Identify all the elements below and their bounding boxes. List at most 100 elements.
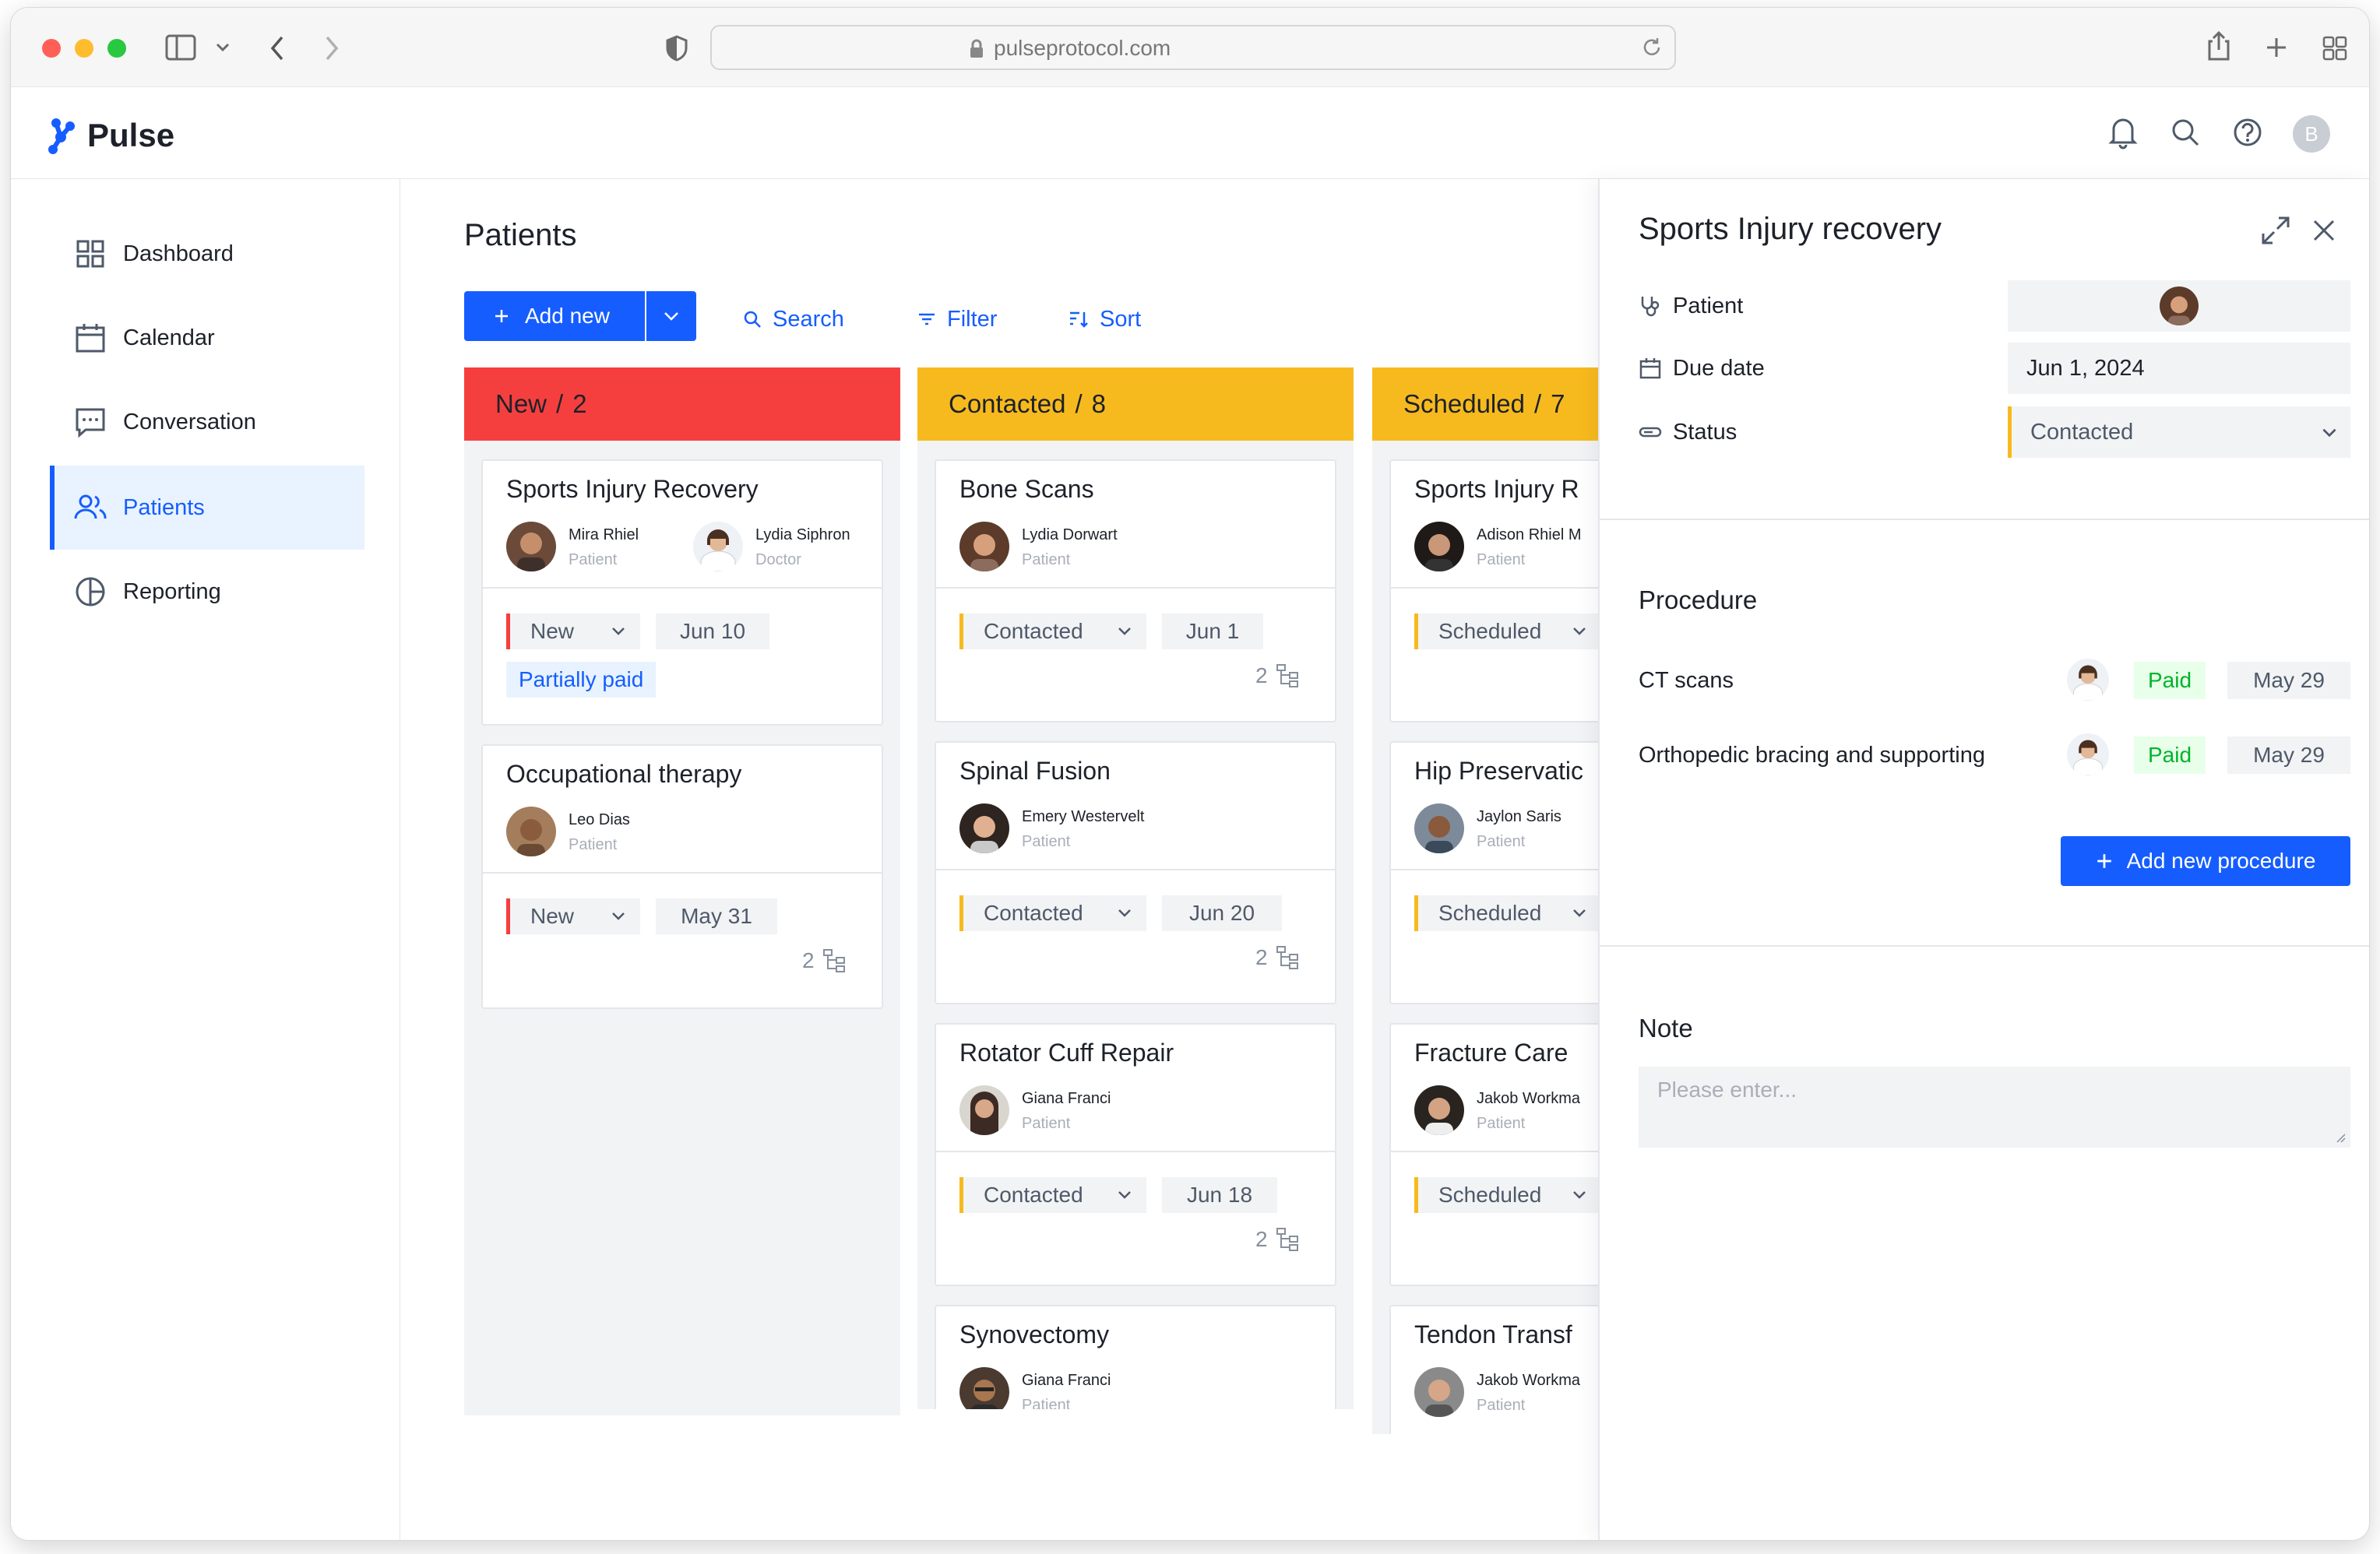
app-logo-text[interactable]: Pulse	[87, 117, 174, 154]
sidebar-toggle-icon[interactable]	[165, 34, 196, 61]
card-divider	[1391, 1151, 1598, 1152]
status-select[interactable]: Contacted	[2008, 406, 2350, 458]
minimize-window-button[interactable]	[75, 39, 93, 58]
column-header-new[interactable]: New / 2	[464, 367, 900, 441]
chevron-down-icon[interactable]	[215, 42, 231, 53]
person-name: Jaylon Saris	[1477, 808, 1561, 825]
tab-overview-icon[interactable]	[2322, 36, 2347, 61]
due-date-input[interactable]: Jun 1, 2024	[2008, 343, 2350, 394]
patient-selector[interactable]	[2008, 280, 2350, 332]
user-avatar[interactable]: B	[2293, 115, 2330, 153]
person-chip[interactable]: Giana Franci Patient	[959, 1085, 1162, 1135]
task-card[interactable]: Synovectomy Giana Franci Patient	[935, 1305, 1336, 1409]
column-separator: /	[1075, 389, 1083, 418]
add-new-dropdown-button[interactable]	[646, 291, 696, 341]
column-header-contacted[interactable]: Contacted / 8	[917, 367, 1354, 441]
person-chip[interactable]: Giana Franci Patient	[959, 1367, 1162, 1409]
person-chip[interactable]: Leo Dias Patient	[506, 807, 678, 856]
task-card[interactable]: Sports Injury Recovery Mira Rhiel Patien…	[481, 459, 883, 726]
task-card[interactable]: Hip Preservatic Jaylon Saris Patient Sch…	[1389, 741, 1598, 1004]
person-chip[interactable]: Adison Rhiel M Patient	[1414, 522, 1598, 571]
due-date-field-label: Due date	[1639, 344, 1765, 392]
zoom-window-button[interactable]	[107, 39, 126, 58]
status-select[interactable]: Contacted	[959, 895, 1146, 931]
avatar	[959, 522, 1009, 571]
expand-icon[interactable]	[2260, 215, 2291, 246]
due-date-chip[interactable]: May 31	[656, 898, 777, 934]
task-card[interactable]: Fracture Care Jakob Workma Patient Sched…	[1389, 1023, 1598, 1286]
search-icon[interactable]	[2170, 117, 2201, 148]
procedure-name[interactable]: Orthopedic bracing and supporting	[1639, 743, 1985, 768]
sidebar-item-reporting[interactable]: Reporting	[50, 550, 364, 634]
share-icon[interactable]	[2206, 30, 2232, 62]
note-textarea[interactable]: Please enter...	[1639, 1067, 2350, 1148]
reload-icon[interactable]	[1640, 36, 1664, 59]
sidebar-item-calendar[interactable]: Calendar	[50, 296, 364, 380]
column-body-contacted: Bone Scans Lydia Dorwart Patient Contact…	[917, 441, 1354, 1409]
notification-bell-icon[interactable]	[2107, 115, 2139, 149]
person-chip[interactable]: Lydia Siphron Doctor	[693, 522, 872, 571]
status-select[interactable]: New	[506, 614, 640, 649]
back-arrow-icon[interactable]	[268, 34, 287, 62]
search-label: Search	[773, 306, 844, 332]
status-select[interactable]: New	[506, 898, 640, 934]
person-chip[interactable]: Lydia Dorwart Patient	[959, 522, 1162, 571]
task-card[interactable]: Bone Scans Lydia Dorwart Patient Contact…	[935, 459, 1336, 723]
due-date-chip[interactable]: Jun 10	[656, 614, 769, 649]
resize-handle-icon[interactable]	[2335, 1132, 2346, 1143]
search-button[interactable]: Search	[743, 297, 844, 341]
shield-icon[interactable]	[665, 34, 688, 62]
person-role: Patient	[1022, 833, 1071, 850]
subtask-count[interactable]: 2	[1255, 1227, 1301, 1252]
status-select[interactable]: Contacted	[959, 1177, 1146, 1213]
due-date-chip[interactable]: Jun 18	[1162, 1177, 1277, 1213]
task-card[interactable]: Spinal Fusion Emery Westervelt Patient C…	[935, 741, 1336, 1004]
person-chip[interactable]: Jakob Workma Patient	[1414, 1367, 1598, 1417]
subtask-count[interactable]: 2	[1255, 663, 1301, 688]
task-card[interactable]: Occupational therapy Leo Dias Patient Ne…	[481, 744, 883, 1009]
sidebar-item-conversation[interactable]: Conversation	[50, 380, 364, 464]
status-value: Contacted	[984, 901, 1083, 925]
panel-title: Sports Injury recovery	[1639, 212, 1942, 246]
users-icon	[73, 490, 107, 525]
close-window-button[interactable]	[42, 39, 61, 58]
due-date-chip[interactable]: Jun 1	[1162, 614, 1263, 649]
sidebar-item-patients[interactable]: Patients	[50, 466, 364, 550]
subtask-count[interactable]: 2	[1255, 945, 1301, 970]
add-new-button[interactable]: Add new	[464, 291, 645, 341]
add-new-procedure-button[interactable]: Add new procedure	[2061, 836, 2350, 886]
new-tab-icon[interactable]	[2265, 36, 2288, 59]
status-select[interactable]: Scheduled	[1414, 895, 1598, 931]
subtask-count[interactable]: 2	[802, 948, 847, 973]
person-chip[interactable]: Jakob Workma Patient	[1414, 1085, 1598, 1135]
person-chip[interactable]: Emery Westervelt Patient	[959, 803, 1178, 853]
person-chip[interactable]: Jaylon Saris Patient	[1414, 803, 1598, 853]
card-title: Spinal Fusion	[959, 757, 1111, 785]
person-chip[interactable]: Mira Rhiel Patient	[506, 522, 678, 571]
chevron-down-icon	[612, 912, 625, 920]
procedure-name[interactable]: CT scans	[1639, 668, 1734, 694]
task-card[interactable]: Tendon Transf Jakob Workma Patient	[1389, 1305, 1598, 1434]
sort-label: Sort	[1100, 306, 1142, 332]
column-count: 8	[1091, 389, 1106, 418]
close-icon[interactable]	[2311, 218, 2336, 243]
task-card[interactable]: Sports Injury R Adison Rhiel M Patient S…	[1389, 459, 1598, 723]
sort-button[interactable]: Sort	[1069, 297, 1141, 341]
status-select[interactable]: Scheduled	[1414, 614, 1598, 649]
sidebar-item-dashboard[interactable]: Dashboard	[50, 212, 364, 296]
forward-arrow-icon[interactable]	[322, 34, 341, 62]
procedure-date[interactable]: May 29	[2227, 737, 2350, 774]
pulse-logo-icon[interactable]	[47, 117, 78, 156]
avatar[interactable]	[2067, 733, 2109, 775]
column-header-scheduled[interactable]: Scheduled / 7	[1372, 367, 1606, 441]
status-select[interactable]: Scheduled	[1414, 1177, 1598, 1213]
procedure-date[interactable]: May 29	[2227, 662, 2350, 699]
due-date-chip[interactable]: Jun 20	[1162, 895, 1282, 931]
filter-button[interactable]: Filter	[917, 297, 997, 341]
avatar[interactable]	[2067, 659, 2109, 701]
task-card[interactable]: Rotator Cuff Repair Giana Franci Patient…	[935, 1023, 1336, 1286]
help-icon[interactable]	[2232, 117, 2263, 148]
status-select[interactable]: Contacted	[959, 614, 1146, 649]
address-bar[interactable]: pulseprotocol.com	[710, 25, 1676, 70]
card-title: Fracture Care	[1414, 1039, 1568, 1067]
